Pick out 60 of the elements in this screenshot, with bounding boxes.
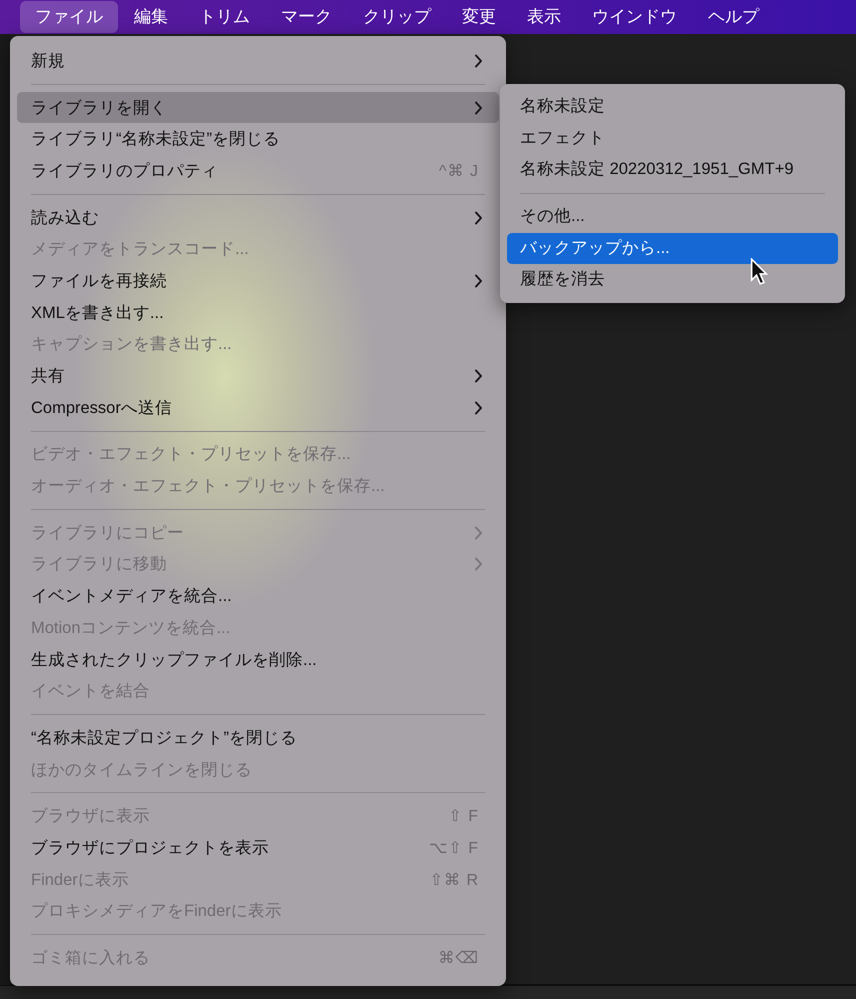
menu-item-label: ブラウザに表示 — [31, 806, 151, 828]
menu-item[interactable]: Compressorへ送信 — [17, 392, 499, 424]
menu-item-label: ライブラリのプロパティ — [31, 160, 219, 182]
menu-item[interactable]: ライブラリ“名称未設定”を閉じる — [17, 123, 499, 156]
menu-item-label: Motionコンテンツを統合... — [31, 618, 232, 639]
menu-item-label: Finderに表示 — [31, 870, 130, 891]
menu-item-label: ゴミ箱に入れる — [31, 948, 151, 970]
menu-item[interactable]: ライブラリを開く — [17, 92, 499, 124]
menu-bar-item[interactable]: ウインドウ — [577, 1, 692, 33]
menu-item[interactable]: ファイルを再接続 — [17, 265, 499, 297]
menu-bar-item[interactable]: ファイル — [20, 1, 118, 33]
menu-item[interactable]: 読み込む — [17, 202, 499, 234]
menu-item-label: Compressorへ送信 — [31, 398, 173, 419]
menu-bar-item[interactable]: トリム — [184, 1, 265, 33]
menu-item[interactable]: 新規 — [17, 45, 499, 77]
submenu-item[interactable]: エフェクト — [507, 122, 838, 154]
menu-item[interactable]: XMLを書き出す... — [17, 296, 499, 328]
pointer-icon — [750, 258, 768, 285]
menu-item[interactable]: ライブラリのプロパティ ^⌘ J — [17, 155, 499, 187]
menu-item-label: ライブラリを開く — [31, 98, 168, 119]
menu-item-label: ビデオ・エフェクト・プリセットを保存... — [31, 444, 352, 466]
menu-item-label: 新規 — [31, 50, 66, 72]
menu-item-label: 読み込む — [31, 208, 100, 229]
menu-item-label: ライブラリ“名称未設定”を閉じる — [31, 129, 281, 150]
menu-item-label: オーディオ・エフェクト・プリセットを保存... — [31, 476, 386, 498]
menu-item-label: “名称未設定プロジェクト”を閉じる — [31, 728, 298, 749]
keyboard-shortcut: ⌘⌫ — [438, 949, 479, 968]
keyboard-shortcut: ⇧⌘ R — [430, 870, 479, 890]
menu-item-label: ファイルを再接続 — [31, 270, 168, 292]
menu-bar-item[interactable]: ヘルプ — [693, 1, 774, 33]
menu-item-label: メディアをトランスコード... — [31, 239, 250, 260]
menu-item-label: イベントを結合 — [31, 681, 151, 702]
submenu-item[interactable]: 名称未設定 — [507, 91, 838, 123]
menu-item[interactable]: イベントメディアを統合... — [17, 580, 499, 612]
menu-item-label: ほかのタイムラインを閉じる — [31, 760, 253, 781]
keyboard-shortcut: ⌥⇧ F — [428, 838, 479, 858]
submenu-item[interactable]: 名称未設定 20220312_1951_GMT+9 — [507, 154, 838, 186]
menu-item-label: ライブラリに移動 — [31, 554, 168, 576]
menu-item-label: 生成されたクリップファイルを削除... — [31, 650, 318, 671]
keyboard-shortcut: ⇧ F — [448, 807, 479, 826]
menu-bar-item[interactable]: 変更 — [447, 1, 511, 33]
submenu-item[interactable]: 履歴を消去 — [507, 264, 838, 296]
menu-item-label: ライブラリにコピー — [31, 522, 185, 544]
menu-bar-item[interactable]: 編集 — [119, 1, 183, 33]
menu-bar-item[interactable]: 表示 — [512, 1, 576, 33]
menu-item-label: イベントメディアを統合... — [31, 586, 233, 608]
menu-bar-item[interactable]: マーク — [266, 1, 347, 33]
keyboard-shortcut: ^⌘ J — [439, 162, 479, 181]
submenu-item[interactable]: その他... — [507, 201, 838, 233]
menu-item[interactable]: 生成されたクリップファイルを削除... — [17, 644, 499, 676]
menu-item[interactable]: 共有 — [17, 360, 499, 392]
menu-item-label: ブラウザにプロジェクトを表示 — [31, 838, 270, 859]
menu-item-label: XMLを書き出す... — [31, 302, 165, 324]
menu-item[interactable]: “名称未設定プロジェクト”を閉じる — [17, 722, 499, 754]
menu-item-label: プロキシメディアをFinderに表示 — [31, 901, 283, 922]
menu-bar-item[interactable]: クリップ — [348, 1, 446, 33]
menu-item-label: キャプションを書き出す... — [31, 334, 233, 356]
submenu-item[interactable]: バックアップから... — [507, 232, 838, 264]
menu-item[interactable]: ブラウザにプロジェクトを表示 ⌥⇧ F — [17, 832, 499, 864]
menu-item-label: 共有 — [31, 366, 66, 388]
